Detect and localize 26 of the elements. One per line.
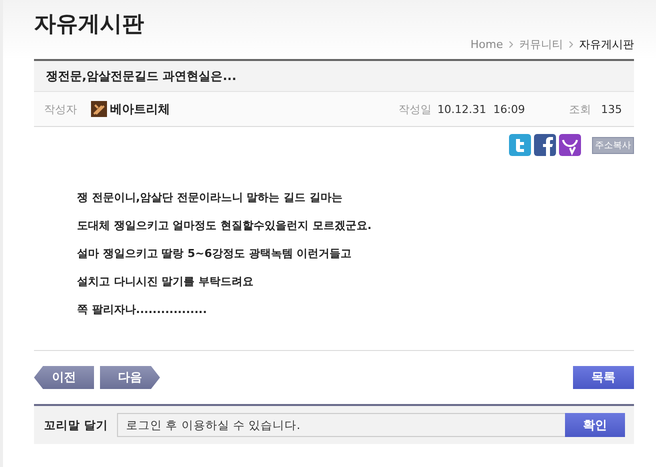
chevron-icon	[509, 41, 513, 48]
avatar-icon	[91, 101, 107, 117]
chevron-icon	[569, 41, 573, 48]
breadcrumb-link[interactable]: 자유게시판	[579, 37, 634, 52]
view-count: 135	[601, 102, 622, 116]
list-button[interactable]: 목록	[573, 366, 634, 389]
views-label: 조회	[569, 102, 591, 116]
comment-label: 꼬리말 달기	[44, 418, 108, 432]
breadcrumb-link[interactable]: 커뮤니티	[519, 37, 563, 52]
author-name[interactable]: 베아트리체	[110, 100, 170, 118]
date-label: 작성일	[398, 102, 432, 116]
previous-button[interactable]: 이전	[34, 366, 94, 389]
post-date: 10.12.31 16:09	[437, 102, 525, 116]
body-text: 쟁 전문이니,암살단 전문이라느니 말하는 길드 길마는	[77, 190, 344, 206]
body-text: 설치고 다니시진 말기를 부탁드려요	[77, 274, 254, 290]
confirm-button[interactable]: 확인	[565, 413, 625, 437]
next-button[interactable]: 다음	[100, 366, 160, 389]
body-text: 도대체 쟁일으키고 얼마정도 현질할수있을런지 모르겠군요.	[77, 218, 372, 234]
body-text: 설마 쟁일으키고 딸랑 5~6강정도 광택녹템 이런거들고	[77, 246, 353, 262]
author-label: 작성자	[44, 102, 77, 116]
page-title: 자유게시판	[34, 11, 144, 39]
breadcrumb-link[interactable]: Home	[470, 38, 503, 51]
body-text: 쪽 팔리자나.................	[77, 302, 208, 318]
comment-input[interactable]: 로그인 후 이용하실 수 있습니다.	[117, 413, 565, 437]
post-title: 쟁전문,암살전문길드 과연현실은...	[46, 68, 236, 84]
f-letter-icon[interactable]	[534, 134, 556, 156]
